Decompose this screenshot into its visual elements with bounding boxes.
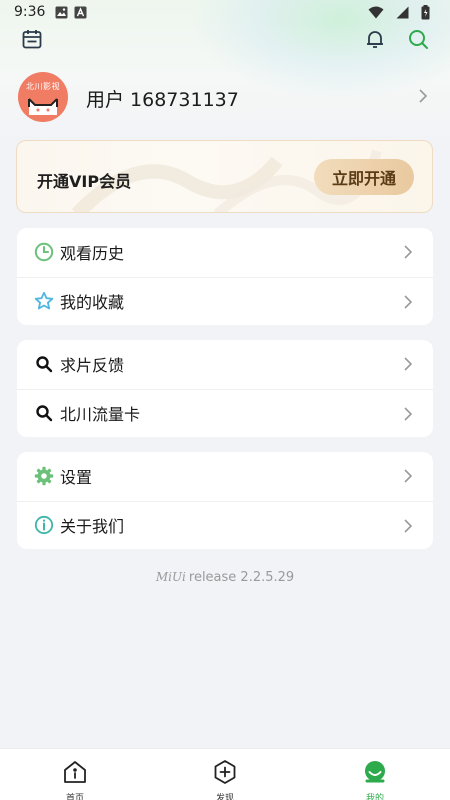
chevron-right-icon bbox=[418, 88, 428, 108]
discover-icon bbox=[212, 759, 238, 789]
profile-row[interactable]: 北川影视 用户 168731137 bbox=[0, 70, 450, 128]
menu-item-favorites[interactable]: 我的收藏 bbox=[17, 276, 433, 326]
image-notification-icon bbox=[55, 6, 68, 19]
menu-label: 设置 bbox=[60, 468, 93, 488]
search-icon bbox=[34, 354, 54, 374]
avatar-logo-text: 北川影视 bbox=[26, 82, 60, 91]
search-icon[interactable] bbox=[405, 26, 431, 52]
menu-item-request-feedback[interactable]: 求片反馈 bbox=[17, 340, 433, 389]
brand-logo-text: MiUi bbox=[155, 570, 186, 584]
cat-face-icon bbox=[28, 98, 58, 115]
bell-icon[interactable] bbox=[362, 26, 388, 52]
status-time: 9:36 bbox=[14, 4, 46, 20]
menu-label: 求片反馈 bbox=[60, 356, 125, 376]
font-notification-icon bbox=[74, 6, 87, 19]
profile-icon bbox=[362, 759, 388, 789]
menu-label: 观看历史 bbox=[60, 244, 125, 264]
menu-item-settings[interactable]: 设置 bbox=[17, 452, 433, 501]
star-icon bbox=[34, 291, 54, 311]
chevron-right-icon bbox=[403, 294, 413, 314]
info-icon bbox=[34, 515, 54, 535]
menu-group-settings: 设置 关于我们 bbox=[17, 452, 433, 549]
vip-card[interactable]: 开通VIP会员 立即开通 bbox=[16, 140, 433, 213]
signal-icon bbox=[396, 6, 409, 19]
status-bar: 9:36 bbox=[0, 0, 450, 24]
menu-item-about[interactable]: 关于我们 bbox=[17, 500, 433, 550]
menu-label: 关于我们 bbox=[60, 517, 125, 537]
version-text: release 2.2.5.29 bbox=[188, 570, 295, 585]
chevron-right-icon bbox=[403, 406, 413, 426]
menu-label: 我的收藏 bbox=[60, 293, 125, 313]
clock-icon bbox=[34, 242, 54, 262]
nav-mine[interactable]: 我的 bbox=[300, 749, 450, 800]
search-icon bbox=[34, 403, 54, 423]
menu-group-history: 观看历史 我的收藏 bbox=[17, 228, 433, 325]
chevron-right-icon bbox=[403, 356, 413, 376]
menu-group-feedback: 求片反馈 北川流量卡 bbox=[17, 340, 433, 437]
vip-title: 开通VIP会员 bbox=[37, 172, 132, 191]
activate-vip-button[interactable]: 立即开通 bbox=[314, 159, 414, 195]
calendar-icon[interactable] bbox=[19, 26, 45, 52]
chevron-right-icon bbox=[403, 518, 413, 538]
chevron-right-icon bbox=[403, 244, 413, 264]
chevron-right-icon bbox=[403, 468, 413, 488]
top-toolbar bbox=[0, 24, 450, 54]
battery-icon bbox=[421, 4, 430, 20]
nav-label: 首页 bbox=[65, 794, 84, 800]
bottom-nav: 首页 发现 我的 bbox=[0, 748, 450, 800]
menu-item-data-card[interactable]: 北川流量卡 bbox=[17, 388, 433, 438]
nav-label: 我的 bbox=[365, 794, 384, 800]
nav-discover[interactable]: 发现 bbox=[150, 749, 300, 800]
nav-label: 发现 bbox=[215, 794, 234, 800]
version-info: MiUi release 2.2.5.29 bbox=[0, 570, 450, 585]
menu-item-history[interactable]: 观看历史 bbox=[17, 228, 433, 277]
wifi-icon bbox=[368, 6, 384, 19]
home-icon bbox=[62, 759, 88, 789]
menu-label: 北川流量卡 bbox=[60, 405, 141, 425]
nav-home[interactable]: 首页 bbox=[0, 749, 150, 800]
username: 用户 168731137 bbox=[86, 89, 239, 111]
gear-icon bbox=[34, 466, 54, 486]
avatar[interactable]: 北川影视 bbox=[18, 72, 68, 122]
